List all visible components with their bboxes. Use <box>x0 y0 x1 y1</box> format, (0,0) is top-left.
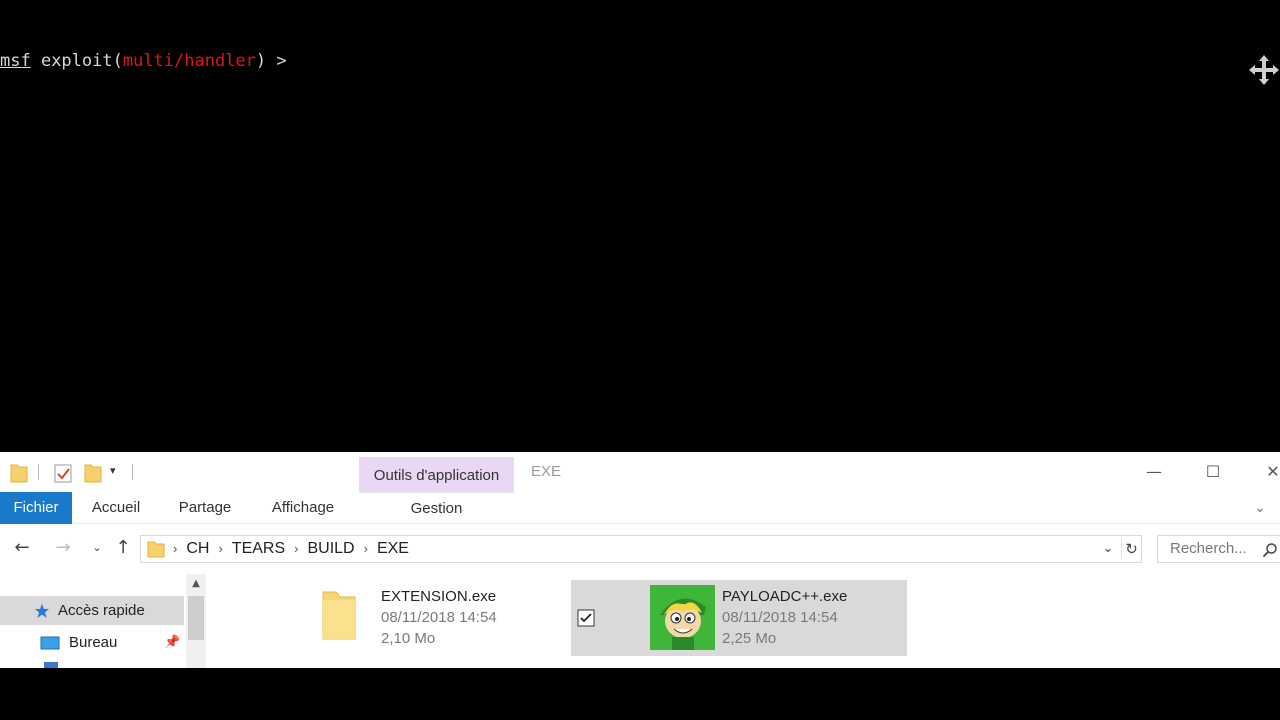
breadcrumb-build[interactable]: BUILD <box>307 540 354 557</box>
tab-fichier[interactable]: Fichier <box>0 492 72 524</box>
cartoon-face-icon <box>650 585 715 650</box>
chevron-right-icon: › <box>173 541 178 556</box>
back-button[interactable]: ← <box>9 535 35 561</box>
file-explorer-window: ▾ Outils d'application EXE — ☐ ✕ Fichier… <box>0 452 1280 668</box>
prompt-prefix: msf <box>0 51 31 71</box>
file-size: 2,10 Mo <box>381 630 436 647</box>
file-item-selected[interactable]: PAYLOADC++.exe 08/11/2018 14:54 2,25 Mo <box>571 580 907 656</box>
navigation-bar: ← → ⌄ ↑ › CH › TEARS › BUILD › EXE ⌄ ↻ Recherch… <box>0 530 1280 566</box>
file-date: 08/11/2018 14:54 <box>381 609 497 626</box>
expand-ribbon-icon[interactable]: ⌄ <box>1252 500 1268 516</box>
terminal-window[interactable]: msf exploit(multi/handler) > <box>0 0 1280 452</box>
navigation-pane: Accès rapide Bureau 📌 ▲ <box>0 574 206 668</box>
chevron-right-icon[interactable]: › <box>218 541 222 556</box>
scroll-up-icon[interactable]: ▲ <box>188 576 204 592</box>
ribbon-tabs: Fichier Accueil Partage Affichage Gestio… <box>0 492 1280 524</box>
chevron-right-icon[interactable]: › <box>294 541 298 556</box>
minimize-button[interactable]: — <box>1131 460 1177 484</box>
file-date: 08/11/2018 14:54 <box>722 609 838 626</box>
search-icon <box>1262 543 1277 558</box>
up-button[interactable]: ↑ <box>110 535 136 561</box>
chevron-right-icon[interactable]: › <box>364 541 368 556</box>
file-item[interactable]: EXTENSION.exe 08/11/2018 14:54 2,10 Mo <box>308 580 558 656</box>
breadcrumb: › CH › TEARS › BUILD › EXE <box>173 536 418 562</box>
forward-button[interactable]: → <box>50 535 76 561</box>
tab-accueil[interactable]: Accueil <box>80 492 152 524</box>
sidebar-item-bureau[interactable]: Bureau 📌 <box>0 628 184 657</box>
tab-partage[interactable]: Partage <box>166 492 244 524</box>
properties-icon[interactable] <box>54 462 72 484</box>
sidebar-item[interactable] <box>0 658 184 668</box>
move-icon[interactable] <box>1248 54 1280 86</box>
breadcrumb-ch[interactable]: CH <box>186 540 209 557</box>
search-input[interactable]: Recherch... <box>1157 535 1280 563</box>
navigation-pane-scrollbar[interactable]: ▲ <box>186 574 206 668</box>
folder-icon <box>322 591 356 640</box>
folder-icon <box>147 541 165 558</box>
terminal-prompt: msf exploit(multi/handler) > <box>0 51 287 71</box>
file-name: EXTENSION.exe <box>381 588 497 605</box>
file-name: PAYLOADC++.exe <box>722 588 848 605</box>
prompt-module: multi/handler <box>122 51 256 71</box>
address-bar[interactable]: › CH › TEARS › BUILD › EXE ⌄ ↻ <box>140 535 1142 563</box>
search-placeholder: Recherch... <box>1170 540 1247 557</box>
folder-icon[interactable] <box>10 462 28 484</box>
toolbar-separator <box>38 464 39 480</box>
tab-gestion[interactable]: Gestion <box>359 492 514 524</box>
checkbox-checked[interactable] <box>577 609 595 627</box>
title-bar: ▾ Outils d'application EXE — ☐ ✕ <box>0 452 1280 494</box>
address-history-icon[interactable]: ⌄ <box>1099 539 1117 559</box>
screen-bottom-bar <box>0 668 1280 720</box>
file-size: 2,25 Mo <box>722 630 777 647</box>
close-button[interactable]: ✕ <box>1250 460 1280 484</box>
window-title: EXE <box>531 463 562 480</box>
sidebar-item-quick-access[interactable]: Accès rapide <box>0 596 184 625</box>
recent-locations-icon[interactable]: ⌄ <box>84 535 110 561</box>
tab-affichage[interactable]: Affichage <box>258 492 348 524</box>
refresh-icon[interactable]: ↻ <box>1121 539 1141 559</box>
prompt-suffix: ) > <box>255 51 287 71</box>
star-icon <box>35 604 49 618</box>
breadcrumb-exe[interactable]: EXE <box>377 540 409 557</box>
desktop-icon <box>40 636 60 650</box>
breadcrumb-tears[interactable]: TEARS <box>232 540 285 557</box>
maximize-button[interactable]: ☐ <box>1190 460 1236 484</box>
sidebar-item-label: Accès rapide <box>58 602 145 619</box>
sidebar-item-label: Bureau <box>69 634 118 651</box>
pin-icon[interactable]: 📌 <box>164 633 180 651</box>
new-folder-icon[interactable] <box>84 462 102 484</box>
contextual-tab-header: Outils d'application <box>359 457 514 494</box>
customize-toolbar-icon[interactable]: ▾ <box>110 464 124 486</box>
toolbar-separator <box>132 464 133 480</box>
prompt-command: exploit( <box>30 51 123 71</box>
scrollbar-thumb[interactable] <box>188 596 204 640</box>
